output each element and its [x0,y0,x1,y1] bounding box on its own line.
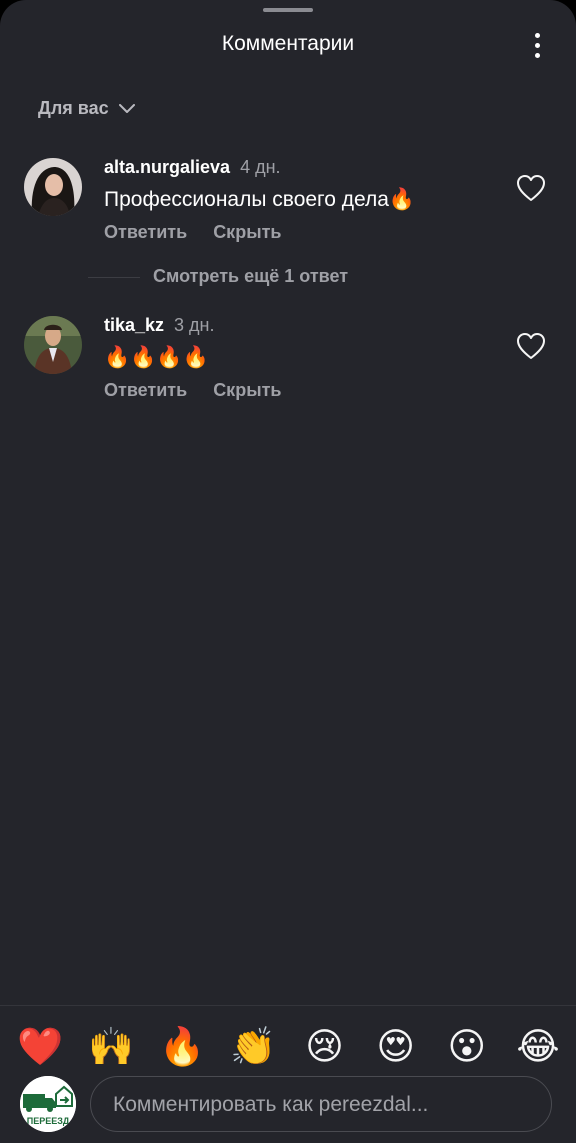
quick-emoji[interactable]: 😢 [301,1026,349,1068]
heart-outline-icon[interactable] [516,332,546,360]
more-vertical-icon[interactable] [526,28,548,62]
view-more-replies-label: Смотреть ещё 1 ответ [153,266,349,286]
quick-emoji[interactable]: ❤️ [16,1026,64,1068]
comment-text: Профессионалы своего дела🔥 [104,188,416,211]
comment-text: 🔥🔥🔥🔥 [104,346,209,369]
quick-emoji[interactable]: 🙌 [87,1026,135,1068]
filter-label: Для вас [38,98,109,118]
avatar-logo-text: ПЕРЕЕЗД [27,1116,70,1126]
comment-username[interactable]: tika_kz [104,315,164,335]
quick-emoji-bar: ❤️ 🙌 🔥 👏 😢 😍 😮 😂 [16,1026,562,1068]
filter-dropdown[interactable]: Для вас [38,98,135,119]
comment-input-placeholder: Комментировать как pereezdal... [113,1093,429,1116]
current-user-avatar[interactable]: ПЕРЕЕЗД [20,1076,76,1132]
quick-emoji[interactable]: 😮 [443,1026,491,1068]
comment-item: alta.nurgalieva 4 дн. Профессионалы своег… [0,157,576,258]
page-title: Комментарии [221,32,355,55]
comment-time: 3 дн. [174,315,215,335]
reply-thread-line [88,277,140,278]
avatar[interactable] [24,316,82,374]
view-more-replies-button[interactable]: Смотреть ещё 1 ответ [0,266,576,288]
reply-button[interactable]: Ответить [104,222,187,243]
chevron-down-icon [118,103,135,113]
hide-button[interactable]: Скрыть [213,380,281,401]
comments-sheet: Комментарии Для вас alta.nurgalieva 4 дн.… [0,0,576,1143]
comment-composer: ❤️ 🙌 🔥 👏 😢 😍 😮 😂 ПЕРЕЕЗД Комментировать … [0,1005,576,1143]
drag-handle[interactable] [263,8,313,12]
heart-outline-icon[interactable] [516,174,546,202]
comment-input[interactable]: Комментировать как pereezdal... [90,1076,552,1132]
quick-emoji[interactable]: 🔥 [158,1026,206,1068]
comment-time: 4 дн. [240,157,281,177]
avatar[interactable] [24,158,82,216]
quick-emoji[interactable]: 😂 [514,1026,562,1068]
comment-username[interactable]: alta.nurgalieva [104,157,230,177]
quick-emoji[interactable]: 👏 [229,1026,277,1068]
hide-button[interactable]: Скрыть [213,222,281,243]
comment-item: tika_kz 3 дн. 🔥🔥🔥🔥 Ответить Скрыть [0,315,576,416]
quick-emoji[interactable]: 😍 [372,1026,420,1068]
reply-button[interactable]: Ответить [104,380,187,401]
